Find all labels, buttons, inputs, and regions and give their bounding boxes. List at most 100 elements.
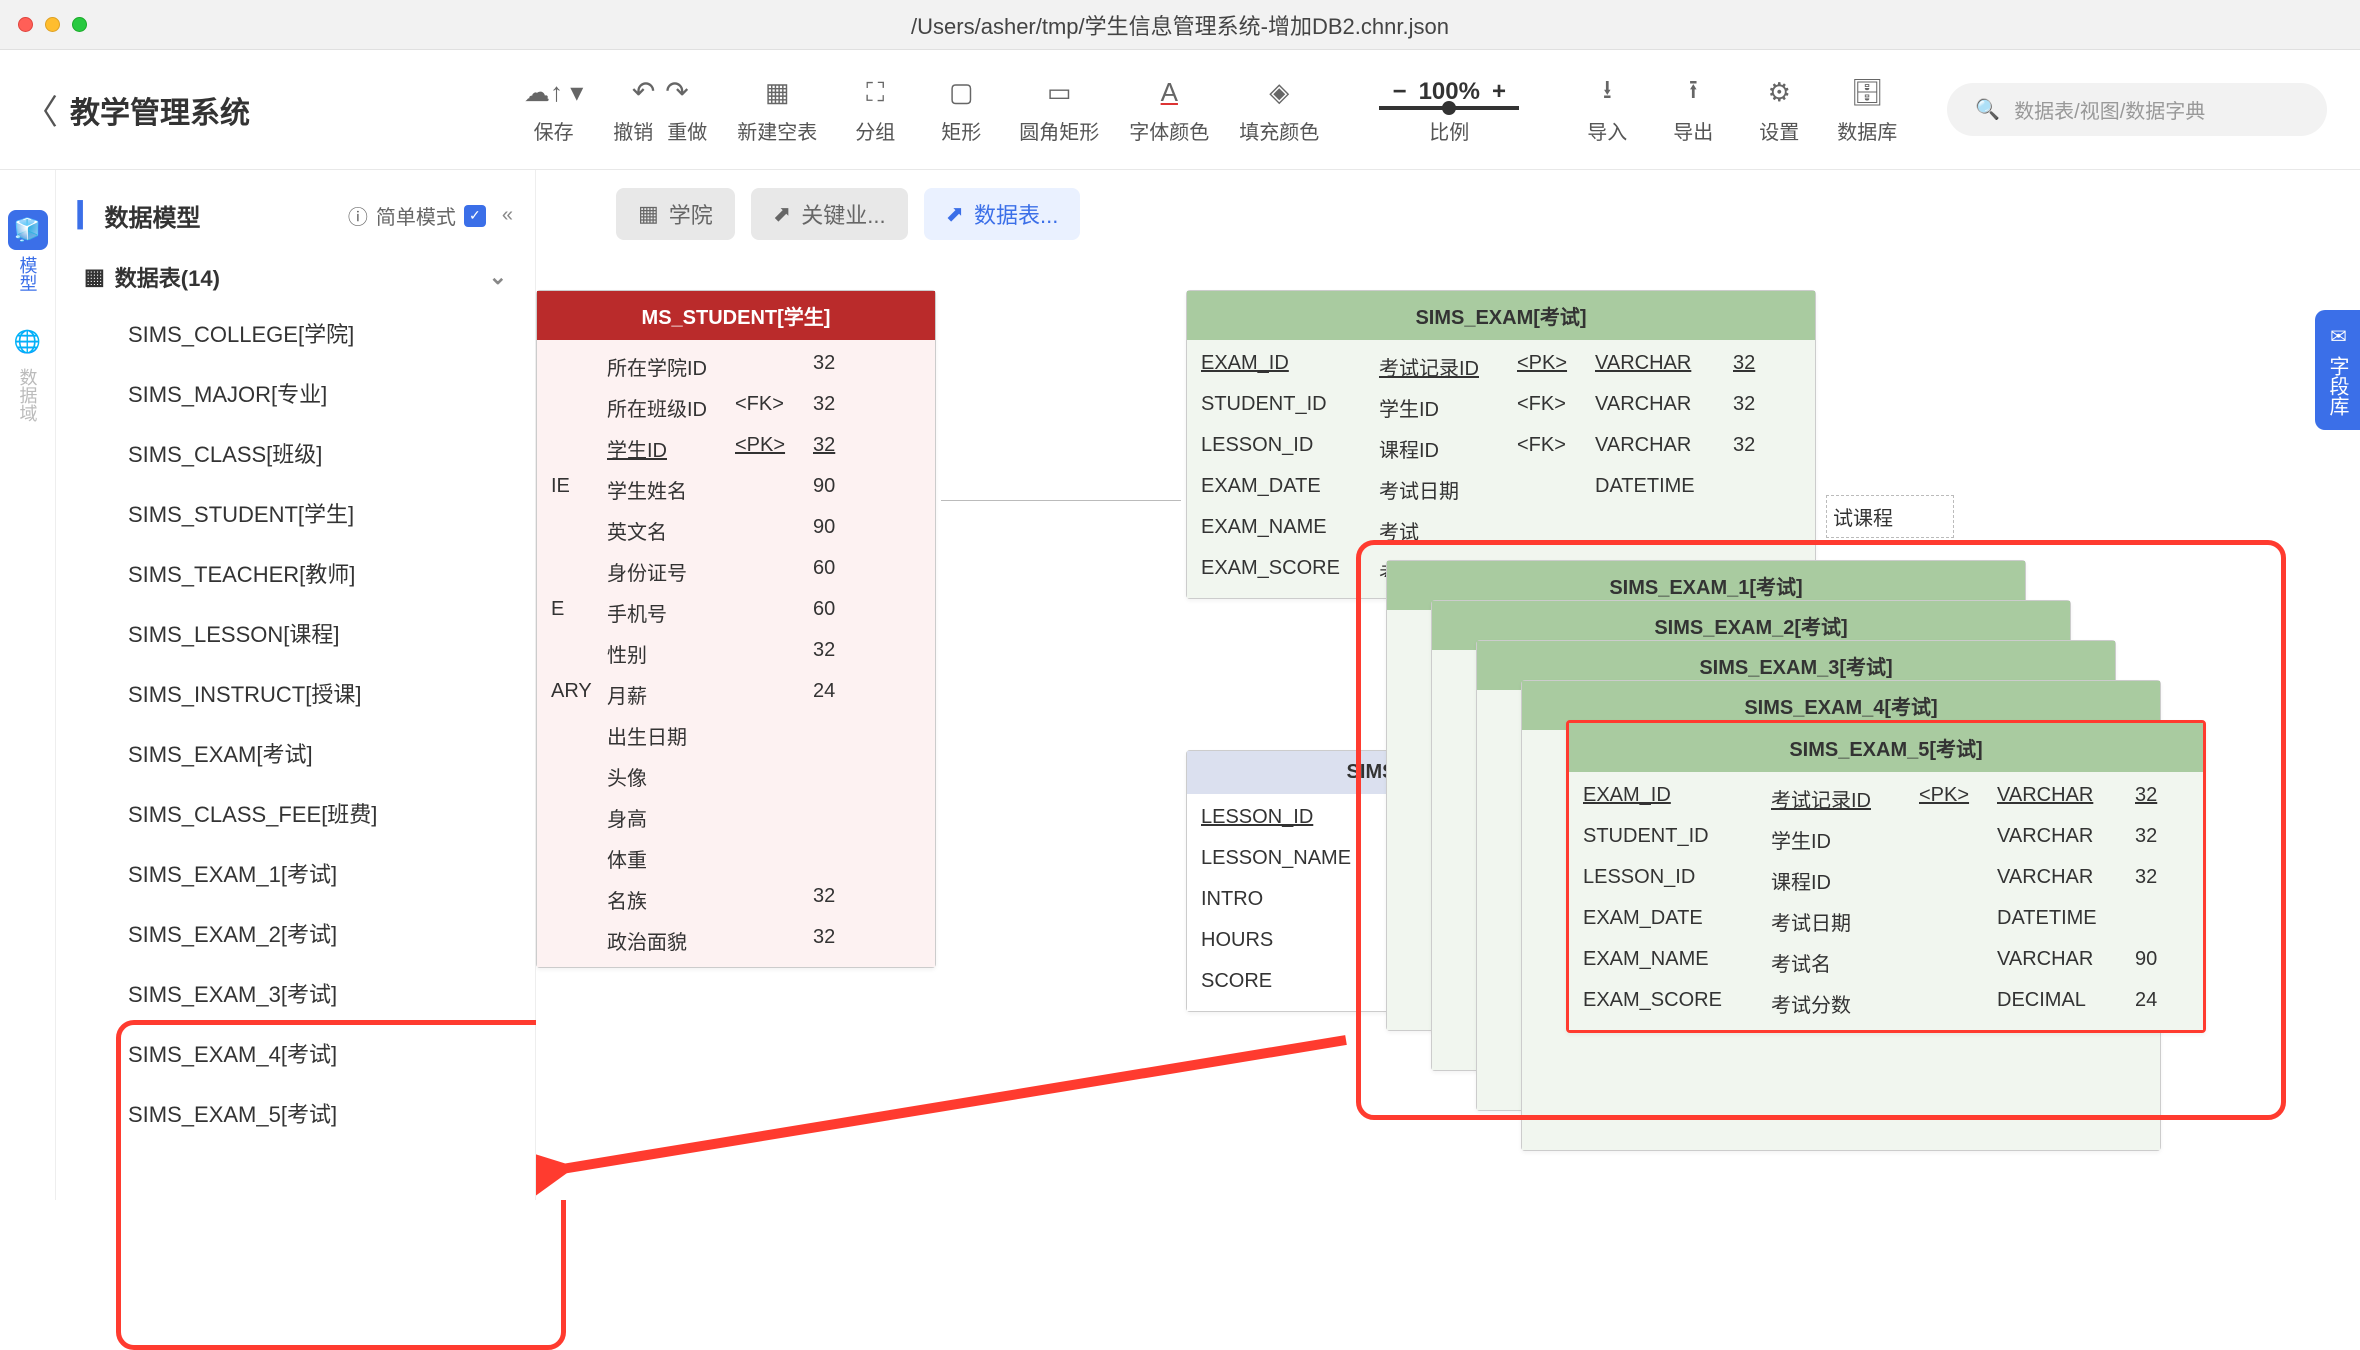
- zoom-in-icon[interactable]: +: [1492, 78, 1506, 106]
- new-table-button[interactable]: ▦新建空表: [737, 78, 817, 145]
- back-title[interactable]: 〈 教学管理系统: [24, 85, 334, 134]
- cloud-upload-icon: ☁︎↑ ▾: [524, 78, 583, 108]
- entity-field-row[interactable]: E手机号60: [551, 592, 921, 633]
- maximize-window-button[interactable]: [72, 17, 87, 32]
- sidebar-item[interactable]: SIMS_EXAM_1[考试]: [108, 843, 523, 903]
- database-button[interactable]: 🗄数据库: [1837, 78, 1897, 145]
- canvas-tab-keybiz[interactable]: ⬈关键业...: [751, 188, 908, 240]
- round-rect-button[interactable]: ▭圆角矩形: [1019, 78, 1099, 145]
- save-button[interactable]: ☁︎↑ ▾ 保存: [524, 78, 583, 145]
- table-icon: ▦: [84, 264, 105, 290]
- left-rail: 🧊 模型 🌐 数据域: [0, 170, 56, 1200]
- font-color-icon: A: [1161, 78, 1178, 108]
- annotation-arrow: [536, 1010, 1386, 1200]
- sidebar-item[interactable]: SIMS_EXAM_4[考试]: [108, 1023, 523, 1083]
- sidebar-item[interactable]: SIMS_EXAM[考试]: [108, 723, 523, 783]
- group-icon: ⛶: [866, 78, 884, 108]
- download-icon: ⭳: [1603, 78, 1612, 108]
- entity-field-row[interactable]: EXAM_DATE考试日期DATETIME: [1583, 901, 2189, 942]
- entity-field-row[interactable]: ARY月薪24: [551, 674, 921, 715]
- chevron-left-icon: 〈: [24, 85, 58, 134]
- sidebar-item[interactable]: SIMS_COLLEGE[学院]: [108, 303, 523, 363]
- entity-field-row[interactable]: 性别32: [551, 633, 921, 674]
- collapse-icon[interactable]: «: [502, 204, 513, 227]
- entity-field-row[interactable]: 所在班级ID<FK>32: [551, 387, 921, 428]
- entity-sims-exam-5[interactable]: SIMS_EXAM_5[考试] EXAM_ID考试记录ID<PK>VARCHAR…: [1566, 720, 2206, 1033]
- canvas[interactable]: ▦学院 ⬈关键业... ⬈数据表... 试课程 MS_STUDENT[学生] 所…: [536, 170, 2360, 1200]
- sidebar-item[interactable]: SIMS_EXAM_3[考试]: [108, 963, 523, 1023]
- rail-domain-tab[interactable]: 🌐 数据域: [8, 322, 48, 422]
- entity-field-row[interactable]: EXAM_SCORE考试分数DECIMAL24: [1583, 983, 2189, 1024]
- sidebar-item[interactable]: SIMS_EXAM_2[考试]: [108, 903, 523, 963]
- settings-button[interactable]: ⚙设置: [1751, 78, 1807, 145]
- entity-header: MS_STUDENT[学生]: [537, 291, 935, 340]
- entity-field-row[interactable]: LESSON_ID课程ID<FK>VARCHAR32: [1201, 428, 1801, 469]
- redo-label: 重做: [667, 116, 707, 145]
- globe-icon: 🌐: [8, 322, 48, 362]
- entity-field-row[interactable]: 出生日期: [551, 715, 921, 756]
- rail-model-tab[interactable]: 🧊 模型: [8, 210, 48, 292]
- info-icon: ⓘ: [348, 201, 368, 230]
- sidebar-item[interactable]: SIMS_STUDENT[学生]: [108, 483, 523, 543]
- paint-bucket-icon: ◈: [1269, 78, 1289, 108]
- entity-field-row[interactable]: EXAM_DATE考试日期DATETIME: [1201, 469, 1801, 510]
- entity-field-row[interactable]: STUDENT_ID学生IDVARCHAR32: [1583, 819, 2189, 860]
- entity-field-row[interactable]: LESSON_ID课程IDVARCHAR32: [1583, 860, 2189, 901]
- redo-icon[interactable]: ↷: [665, 75, 688, 108]
- zoom-out-icon[interactable]: −: [1393, 78, 1407, 106]
- sidebar-item[interactable]: SIMS_INSTRUCT[授课]: [108, 663, 523, 723]
- entity-field-row[interactable]: EXAM_ID考试记录ID<PK>VARCHAR32: [1583, 778, 2189, 819]
- entity-header: SIMS_EXAM[考试]: [1187, 291, 1815, 340]
- simple-mode-toggle[interactable]: ⓘ 简单模式 ✓ «: [348, 201, 513, 230]
- entity-field-row[interactable]: EXAM_NAME考试名VARCHAR90: [1583, 942, 2189, 983]
- upload-icon: ⭱: [1689, 78, 1698, 108]
- search-icon: 🔍: [1975, 97, 2000, 122]
- entity-field-row[interactable]: IE学生姓名90: [551, 469, 921, 510]
- checkbox-checked-icon: ✓: [464, 205, 486, 227]
- font-color-button[interactable]: A字体颜色: [1129, 78, 1209, 145]
- sidebar-item[interactable]: SIMS_TEACHER[教师]: [108, 543, 523, 603]
- minimize-window-button[interactable]: [45, 17, 60, 32]
- undo-label: 撤销: [613, 116, 653, 145]
- entity-field-row[interactable]: 头像: [551, 756, 921, 797]
- entity-field-row[interactable]: 学生ID<PK>32: [551, 428, 921, 469]
- entity-field-row[interactable]: EXAM_ID考试记录ID<PK>VARCHAR32: [1201, 346, 1801, 387]
- canvas-tab-datatable[interactable]: ⬈数据表...: [924, 188, 1081, 240]
- entity-field-row[interactable]: 英文名90: [551, 510, 921, 551]
- fill-color-button[interactable]: ◈填充颜色: [1239, 78, 1319, 145]
- database-icon: 🗄: [1851, 78, 1884, 108]
- sidebar-item[interactable]: SIMS_EXAM_5[考试]: [108, 1083, 523, 1143]
- export-button[interactable]: ⭱导出: [1665, 78, 1721, 145]
- search-placeholder: 数据表/视图/数据字典: [2014, 95, 2205, 124]
- group-button[interactable]: ⛶分组: [847, 78, 903, 145]
- sidebar-section-tables[interactable]: ▦ 数据表(14) ⌄: [68, 251, 523, 303]
- entity-field-row[interactable]: EXAM_NAME考试: [1201, 510, 1801, 551]
- entity-field-row[interactable]: 体重: [551, 838, 921, 879]
- sidebar-item[interactable]: SIMS_LESSON[课程]: [108, 603, 523, 663]
- table-icon: ▦: [765, 78, 790, 108]
- field-library-tab[interactable]: ✉ 字段库: [2315, 310, 2360, 430]
- sidebar-item[interactable]: SIMS_CLASS_FEE[班费]: [108, 783, 523, 843]
- entity-sims-exam[interactable]: SIMS_EXAM[考试] EXAM_ID考试记录ID<PK>VARCHAR32…: [1186, 290, 1816, 599]
- partial-entity-label: 试课程: [1826, 495, 1954, 538]
- entity-field-row[interactable]: 名族32: [551, 879, 921, 920]
- undo-icon[interactable]: ↶: [632, 75, 655, 108]
- rect-button[interactable]: ▢矩形: [933, 78, 989, 145]
- entity-field-row[interactable]: 身高: [551, 797, 921, 838]
- entity-field-row[interactable]: 政治面貌32: [551, 920, 921, 961]
- entity-field-row[interactable]: STUDENT_ID学生ID<FK>VARCHAR32: [1201, 387, 1801, 428]
- sidebar-item[interactable]: SIMS_MAJOR[专业]: [108, 363, 523, 423]
- entity-field-row[interactable]: 身份证号60: [551, 551, 921, 592]
- chevron-down-icon: ⌄: [489, 264, 507, 290]
- rounded-rectangle-icon: ▭: [1047, 78, 1072, 108]
- close-window-button[interactable]: [18, 17, 33, 32]
- search-input[interactable]: 🔍 数据表/视图/数据字典: [1947, 83, 2327, 136]
- cube-icon: 🧊: [8, 210, 48, 250]
- sidebar-item[interactable]: SIMS_CLASS[班级]: [108, 423, 523, 483]
- canvas-tab-college[interactable]: ▦学院: [616, 188, 735, 240]
- zoom-control[interactable]: −100%+ 比例: [1379, 78, 1519, 145]
- entity-sims-student[interactable]: MS_STUDENT[学生] 所在学院ID32所在班级ID<FK>32学生ID<…: [536, 290, 936, 968]
- zoom-slider[interactable]: [1379, 106, 1519, 110]
- entity-field-row[interactable]: 所在学院ID32: [551, 346, 921, 387]
- import-button[interactable]: ⭳导入: [1579, 78, 1635, 145]
